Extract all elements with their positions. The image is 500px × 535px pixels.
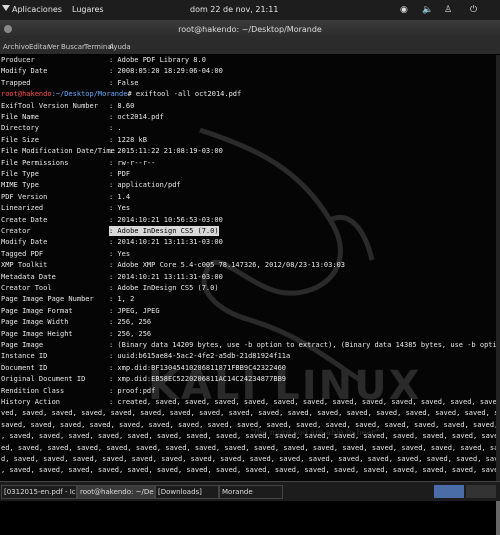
metadata-key: File Type [1, 170, 39, 178]
metadata-key: Producer [1, 56, 35, 64]
menu-editar[interactable]: Editar [29, 43, 50, 51]
network-icon[interactable]: ◉ [400, 5, 408, 15]
metadata-value: : created, saved, saved, saved, saved, s… [109, 398, 496, 406]
menu-archivo[interactable]: Archivo [3, 43, 29, 51]
metadata-value: : oct2014.pdf [109, 113, 164, 121]
bottom-taskbar: [0312015-en.pdf - Ice... root@hakendo: ~… [0, 481, 500, 501]
metadata-key: Metadata Date [1, 272, 56, 281]
menu-ayuda[interactable]: Ayuda [109, 43, 131, 51]
taskbar-item-pdf[interactable]: [0312015-en.pdf - Ice... [1, 485, 77, 499]
metadata-key: Linearized [1, 204, 44, 213]
terminal-output[interactable]: KALI LINUX “the more you are able to hea… [0, 55, 496, 481]
metadata-key: File Size [1, 135, 39, 144]
metadata-value: : 1, 2 [109, 295, 135, 304]
metadata-key: Page Image Height [1, 329, 73, 338]
metadata-key: Page Image Width [1, 318, 69, 327]
metadata-key: History Action [1, 398, 61, 406]
metadata-value: : 2014:10:21 13:11:31-03:00 [109, 238, 223, 247]
metadata-value: : Adobe PDF Library 8.0 [109, 56, 206, 64]
taskbar-item-downloads[interactable]: [Downloads] [155, 485, 219, 499]
window-titlebar[interactable]: root@hakendo: ~/Desktop/Morande [0, 20, 500, 39]
metadata-key: Modify Date [1, 67, 48, 76]
metadata-value: : rw-r--r-- [109, 158, 156, 167]
metadata-key: Page Image [1, 341, 44, 349]
metadata-value: : Yes [109, 249, 131, 258]
metadata-value: : uuid:b615ae84-5ac2-4fe2-a5db-21d81924f… [109, 352, 291, 361]
metadata-value: : 2015:11:22 21:08:19-03:00 [109, 147, 223, 156]
workspace-2[interactable] [466, 485, 496, 498]
terminal-wrap-line: d, saved, saved, saved, saved, saved, sa… [1, 455, 496, 463]
metadata-key: Directory [1, 124, 39, 133]
taskbar-item-terminal[interactable]: root@hakendo: ~/Des... [77, 485, 155, 499]
metadata-value: : application/pdf [109, 181, 181, 190]
metadata-key: PDF Version [1, 192, 48, 201]
applications-menu[interactable]: Aplicaciones [12, 5, 62, 14]
prompt-path: :~/Desktop/Morande [51, 90, 128, 99]
metadata-value: : Adobe XMP Core 5.4-c005 78.147326, 201… [109, 261, 346, 270]
metadata-key: Page Image Format [1, 306, 73, 315]
metadata-key: Page Image Page Number [1, 295, 94, 304]
metadata-key: File Permissions [1, 158, 69, 167]
accessibility-icon[interactable]: ♙ [444, 5, 452, 15]
metadata-value: : Yes [109, 204, 131, 213]
metadata-value: : (Binary data 14209 bytes, use -b optio… [109, 341, 496, 349]
metadata-key: Original Document ID [1, 375, 86, 384]
metadata-value: : False [109, 78, 139, 87]
metadata-value: : 1.4 [109, 192, 131, 201]
metadata-key: Create Date [1, 215, 48, 224]
menu-ver[interactable]: Ver [48, 43, 59, 51]
metadata-value: : 2008:05:20 18:29:06-04:00 [109, 67, 223, 76]
metadata-value: : 8.60 [109, 101, 135, 110]
metadata-key: Tagged PDF [1, 249, 44, 258]
metadata-value: : 1228 kB [109, 135, 147, 144]
prompt-line: root@hakendo:~/Desktop/Morande# exiftool… [1, 89, 241, 99]
workspace-1[interactable] [434, 485, 464, 498]
metadata-value: : xmp.did:EB58EC5220206811AC14C24234877B… [109, 375, 287, 384]
metadata-key: ExifTool Version Number [1, 101, 98, 110]
metadata-value: : . [109, 124, 122, 133]
volume-icon[interactable]: 🔈 [422, 5, 433, 15]
metadata-value: : 256, 256 [109, 318, 152, 327]
terminal-scrollbar[interactable] [496, 55, 500, 535]
prompt-command: # exiftool -all oct2014.pdf [127, 90, 242, 99]
terminal-wrap-line: , saved, saved, saved, saved, saved, sav… [1, 432, 496, 441]
places-menu[interactable]: Lugares [72, 5, 104, 14]
metadata-key: XMP Toolkit [1, 261, 48, 270]
metadata-key: File Modification Date/Time [1, 147, 115, 156]
power-icon[interactable]: ⏻ [470, 5, 477, 15]
terminal-wrap-line: ved, saved, saved, saved, saved, saved, … [1, 409, 496, 418]
metadata-key: Trapped [1, 78, 31, 87]
metadata-value: : xmp.did:BF13045410286811871FBB9C423224… [109, 363, 287, 372]
menu-buscar[interactable]: Buscar [61, 43, 85, 51]
metadata-key: File Name [1, 113, 39, 121]
metadata-key: Instance ID [1, 352, 48, 361]
prompt-user: root@hakendo [1, 90, 52, 99]
menu-bar: Archivo Editar Ver Buscar Terminal Ayuda [0, 39, 500, 54]
metadata-key: Document ID [1, 363, 48, 372]
metadata-value: : JPEG, JPEG [109, 306, 160, 315]
metadata-value: : Adobe InDesign CS5 (7.0) [109, 226, 219, 236]
terminal-wrap-line: saved, saved, saved, saved, saved, saved… [1, 420, 496, 429]
metadata-value: : Adobe InDesign CS5 (7.0) [109, 284, 219, 292]
metadata-value: : proof:pdf [109, 386, 156, 395]
top-panel: Aplicaciones Lugares dom 22 de nov, 21:1… [0, 0, 500, 20]
terminal-wrap-line: , saved, saved, saved, saved, saved, sav… [1, 466, 496, 475]
metadata-key: Modify Date [1, 238, 48, 247]
metadata-key: MIME Type [1, 181, 39, 190]
terminal-wrap-line: ed, saved, saved, saved, saved, saved, s… [1, 443, 496, 452]
metadata-value: : PDF [109, 170, 131, 178]
taskbar-item-morande[interactable]: Morande [219, 485, 283, 499]
window-title: root@hakendo: ~/Desktop/Morande [178, 25, 322, 34]
metadata-key: Creator Tool [1, 284, 52, 292]
metadata-value: : 2014:10:21 10:56:53-03:00 [109, 215, 223, 224]
metadata-value: : 256, 256 [109, 329, 152, 338]
metadata-key: Rendition Class [1, 386, 65, 395]
clock[interactable]: dom 22 de nov, 21:11 [190, 5, 278, 14]
metadata-value: : 2014:10:21 13:11:31-03:00 [109, 272, 223, 281]
applications-menu-icon[interactable] [2, 5, 10, 11]
metadata-key: Creator [1, 227, 31, 235]
